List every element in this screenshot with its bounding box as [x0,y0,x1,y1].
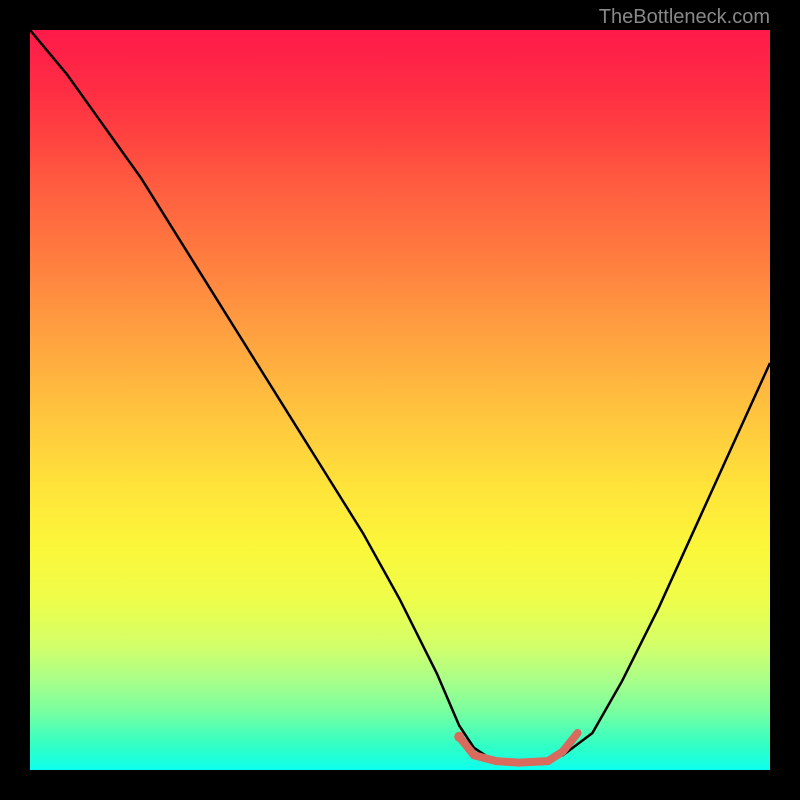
optimal-range-start-dot [454,732,464,742]
bottleneck-curve [30,30,770,763]
plot-area [30,30,770,770]
watermark-text: TheBottleneck.com [599,6,770,29]
curve-svg [30,30,770,770]
chart-container: TheBottleneck.com [0,0,800,800]
optimal-range-marker [459,733,577,763]
